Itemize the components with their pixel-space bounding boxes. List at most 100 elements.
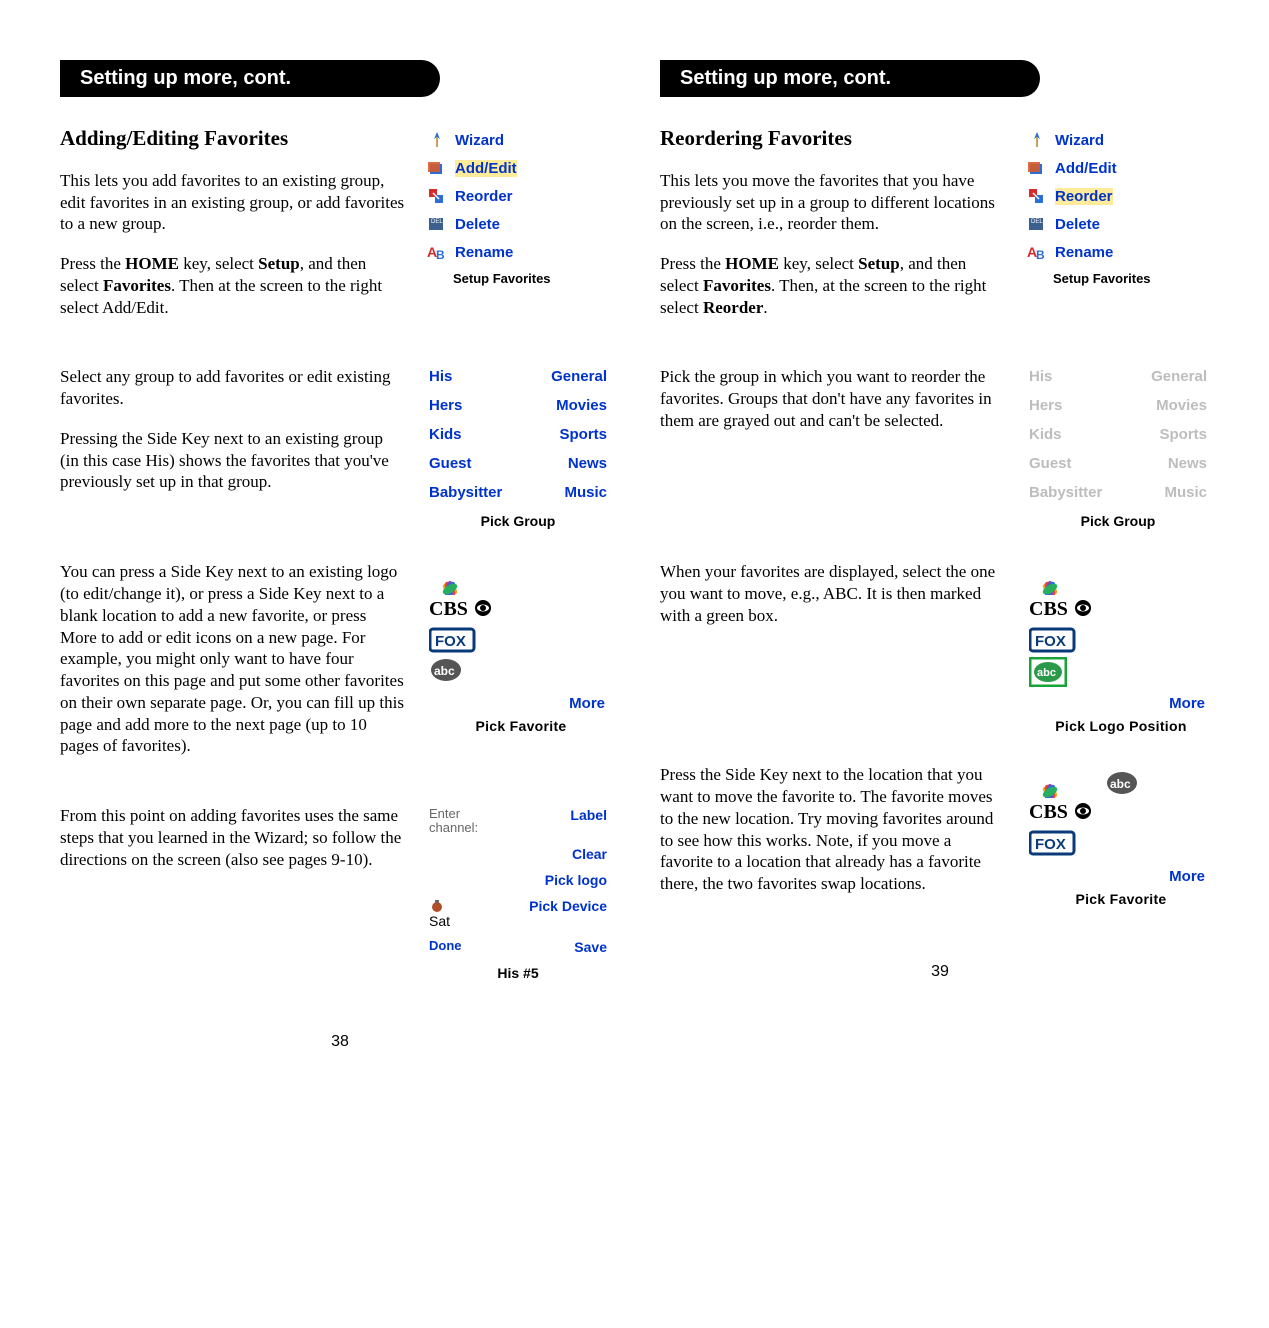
paragraph: This lets you move the favorites that yo… — [660, 170, 1005, 235]
menu-item-delete[interactable]: DEL Delete — [427, 215, 611, 233]
group-row[interactable]: His General — [429, 368, 607, 385]
more-row[interactable]: More — [429, 695, 613, 712]
reord-icon — [427, 187, 449, 205]
menu-item-reorder[interactable]: Reorder — [427, 187, 611, 205]
enter-row[interactable]: Sat Pick Device — [429, 898, 607, 929]
menu-item-label: Reorder — [455, 188, 513, 205]
menu-item-wizard[interactable]: Wizard — [1027, 131, 1211, 149]
doc-section: Pick the group in which you want to reor… — [660, 366, 1220, 531]
ae-icon — [1027, 159, 1049, 177]
doc-section: Reordering FavoritesThis lets you move t… — [660, 125, 1220, 336]
text-column: Select any group to add favorites or edi… — [60, 366, 405, 511]
group-row[interactable]: Guest News — [1029, 455, 1207, 472]
paragraph: From this point on adding favorites uses… — [60, 805, 405, 870]
group-row[interactable]: Babysitter Music — [1029, 484, 1207, 501]
paragraph: You can press a Side Key next to an exis… — [60, 561, 405, 757]
channel-logo-abc[interactable]: abc — [429, 657, 471, 685]
svg-text:FOX: FOX — [1035, 633, 1066, 650]
text-column: You can press a Side Key next to an exis… — [60, 561, 405, 775]
paragraph: This lets you add favorites to an existi… — [60, 170, 405, 235]
paragraph: Press the HOME key, select Setup, and th… — [660, 253, 1005, 318]
doc-section: Select any group to add favorites or edi… — [60, 366, 620, 531]
paragraph: Press the HOME key, select Setup, and th… — [60, 253, 405, 318]
paragraph: Press the Side Key next to the location … — [660, 764, 1005, 895]
menu-item-label: Rename — [455, 244, 513, 261]
svg-text:abc: abc — [1110, 777, 1131, 791]
channel-logo-nbc[interactable] — [1029, 567, 1071, 595]
wiz-icon — [1027, 131, 1049, 149]
channel-logo-nbc[interactable] — [429, 567, 471, 595]
row-left: Done — [429, 939, 462, 953]
group-row[interactable]: Babysitter Music — [429, 484, 607, 501]
setup-favorites-menu: Wizard Add/Edit Reorder DEL Delete AB Re… — [1023, 125, 1213, 288]
logo-panel: CBSFOXabcMorePick Logo Position — [1023, 561, 1213, 734]
more-row[interactable]: More — [1029, 695, 1213, 712]
svg-text:CBS: CBS — [1029, 598, 1068, 620]
svg-text:DEL: DEL — [1031, 219, 1043, 225]
svg-text:FOX: FOX — [1035, 836, 1066, 853]
group-row[interactable]: Kids Sports — [429, 426, 607, 443]
svg-text:CBS: CBS — [1029, 801, 1068, 823]
group-row[interactable]: His General — [1029, 368, 1207, 385]
group-row[interactable]: Guest News — [429, 455, 607, 472]
text-column: When your favorites are displayed, selec… — [660, 561, 1005, 644]
group-left: Kids — [429, 426, 462, 443]
channel-logo-fox[interactable]: FOX — [1029, 830, 1071, 858]
menu-item-label: Rename — [1055, 244, 1113, 261]
group-left: His — [429, 368, 452, 385]
doc-section: Adding/Editing FavoritesThis lets you ad… — [60, 125, 620, 336]
menu-item-rename[interactable]: AB Rename — [1027, 243, 1211, 261]
group-left: Kids — [1029, 426, 1062, 443]
group-right: General — [1151, 368, 1207, 385]
del-icon: DEL — [1027, 215, 1049, 233]
menu-item-rename[interactable]: AB Rename — [427, 243, 611, 261]
wiz-icon — [427, 131, 449, 149]
paragraph: Select any group to add favorites or edi… — [60, 366, 405, 410]
channel-logo-cbs[interactable]: CBS — [1029, 800, 1071, 828]
row-right: Pick Device — [529, 898, 607, 914]
page-number: 38 — [60, 1033, 620, 1051]
ui-screenshot: CBSFOXabcMorePick Logo Position — [1023, 561, 1213, 734]
svg-text:B: B — [1036, 248, 1045, 261]
group-right: News — [568, 455, 607, 472]
pick-group-list: His General Hers Movies Kids Sports Gues… — [1023, 366, 1213, 531]
channel-logo-cbs[interactable]: CBS — [1029, 597, 1071, 625]
menu-item-wizard[interactable]: Wizard — [427, 131, 611, 149]
channel-logo-cbs[interactable]: CBS — [429, 597, 471, 625]
enter-row[interactable]: Pick logo — [429, 872, 607, 888]
menu-item-label: Add/Edit — [455, 160, 517, 177]
group-left: Guest — [1029, 455, 1072, 472]
ren-icon: AB — [427, 243, 449, 261]
channel-logo-abc-green[interactable]: abc — [1029, 657, 1071, 685]
channel-logo-fox[interactable]: FOX — [429, 627, 471, 655]
group-row[interactable]: Kids Sports — [1029, 426, 1207, 443]
enter-row[interactable]: Done Save — [429, 939, 607, 955]
list-footer: Pick Group — [429, 513, 607, 529]
panel-footer: Pick Favorite — [1029, 891, 1213, 907]
menu-item-reorder[interactable]: Reorder — [1027, 187, 1211, 205]
enter-row[interactable]: Enterchannel: Label — [429, 807, 607, 836]
row-right: Clear — [572, 846, 607, 862]
channel-logo-abc[interactable]: abc — [1105, 770, 1147, 798]
group-left: Hers — [429, 397, 462, 414]
doc-section: When your favorites are displayed, selec… — [660, 561, 1220, 734]
position-logo-panel: CBS FOX abc More Pick Favorite — [1023, 764, 1213, 907]
svg-text:CBS: CBS — [429, 598, 468, 620]
menu-item-add/edit[interactable]: Add/Edit — [1027, 159, 1211, 177]
group-row[interactable]: Hers Movies — [1029, 397, 1207, 414]
ui-screenshot: His General Hers Movies Kids Sports Gues… — [423, 366, 613, 531]
group-left: His — [1029, 368, 1052, 385]
row-right: Save — [574, 939, 607, 955]
channel-logo-fox[interactable]: FOX — [1029, 627, 1071, 655]
channel-logo-nbc[interactable] — [1029, 770, 1071, 798]
panel-footer: Pick Favorite — [429, 718, 613, 734]
svg-text:abc: abc — [1037, 667, 1056, 679]
enter-row[interactable]: Clear — [429, 846, 607, 862]
row-right: Pick logo — [545, 872, 607, 888]
del-icon: DEL — [427, 215, 449, 233]
menu-item-add/edit[interactable]: Add/Edit — [427, 159, 611, 177]
group-left: Guest — [429, 455, 472, 472]
group-row[interactable]: Hers Movies — [429, 397, 607, 414]
more-row[interactable]: More — [1029, 868, 1213, 885]
menu-item-delete[interactable]: DEL Delete — [1027, 215, 1211, 233]
